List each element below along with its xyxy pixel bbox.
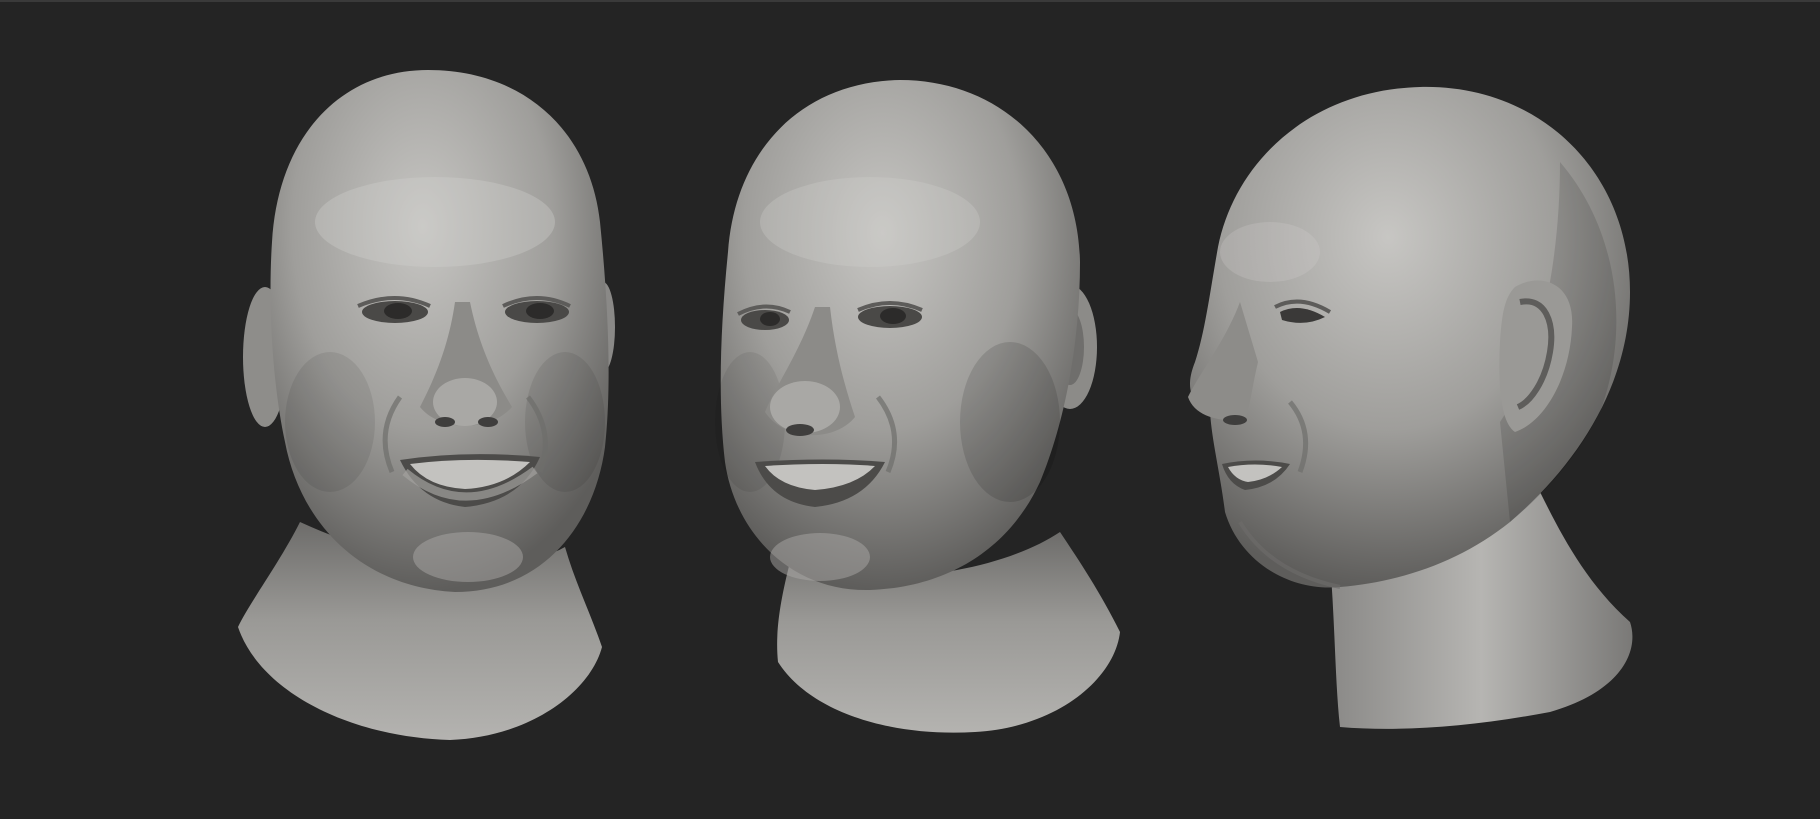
head-three-quarter-view [715,80,1120,733]
head-shape-front [270,70,609,592]
head-shape-three-quarter [720,80,1080,591]
brow-highlight [315,177,555,267]
cheek-shade-left [285,352,375,492]
chin-3q [770,533,870,581]
sculpt-viewport[interactable] [0,0,1820,819]
head-profile-view [1188,86,1633,729]
brow-highlight-3q [760,177,980,267]
nostril-profile [1223,415,1247,425]
cheek-shade-3q-right [960,342,1060,502]
nostril-right [478,417,498,427]
nostril-3q [786,424,814,436]
sculpt-render [238,70,1633,740]
cheek-shade-right [525,352,605,492]
eye-3q-left-iris [760,312,780,326]
nostril-left [435,417,455,427]
eye-left-iris [384,303,412,319]
brow-profile [1220,222,1320,282]
chin-front [413,532,523,582]
eye-right-iris [526,303,554,319]
eye-3q-right-iris [880,308,906,324]
head-front-view [238,70,615,740]
